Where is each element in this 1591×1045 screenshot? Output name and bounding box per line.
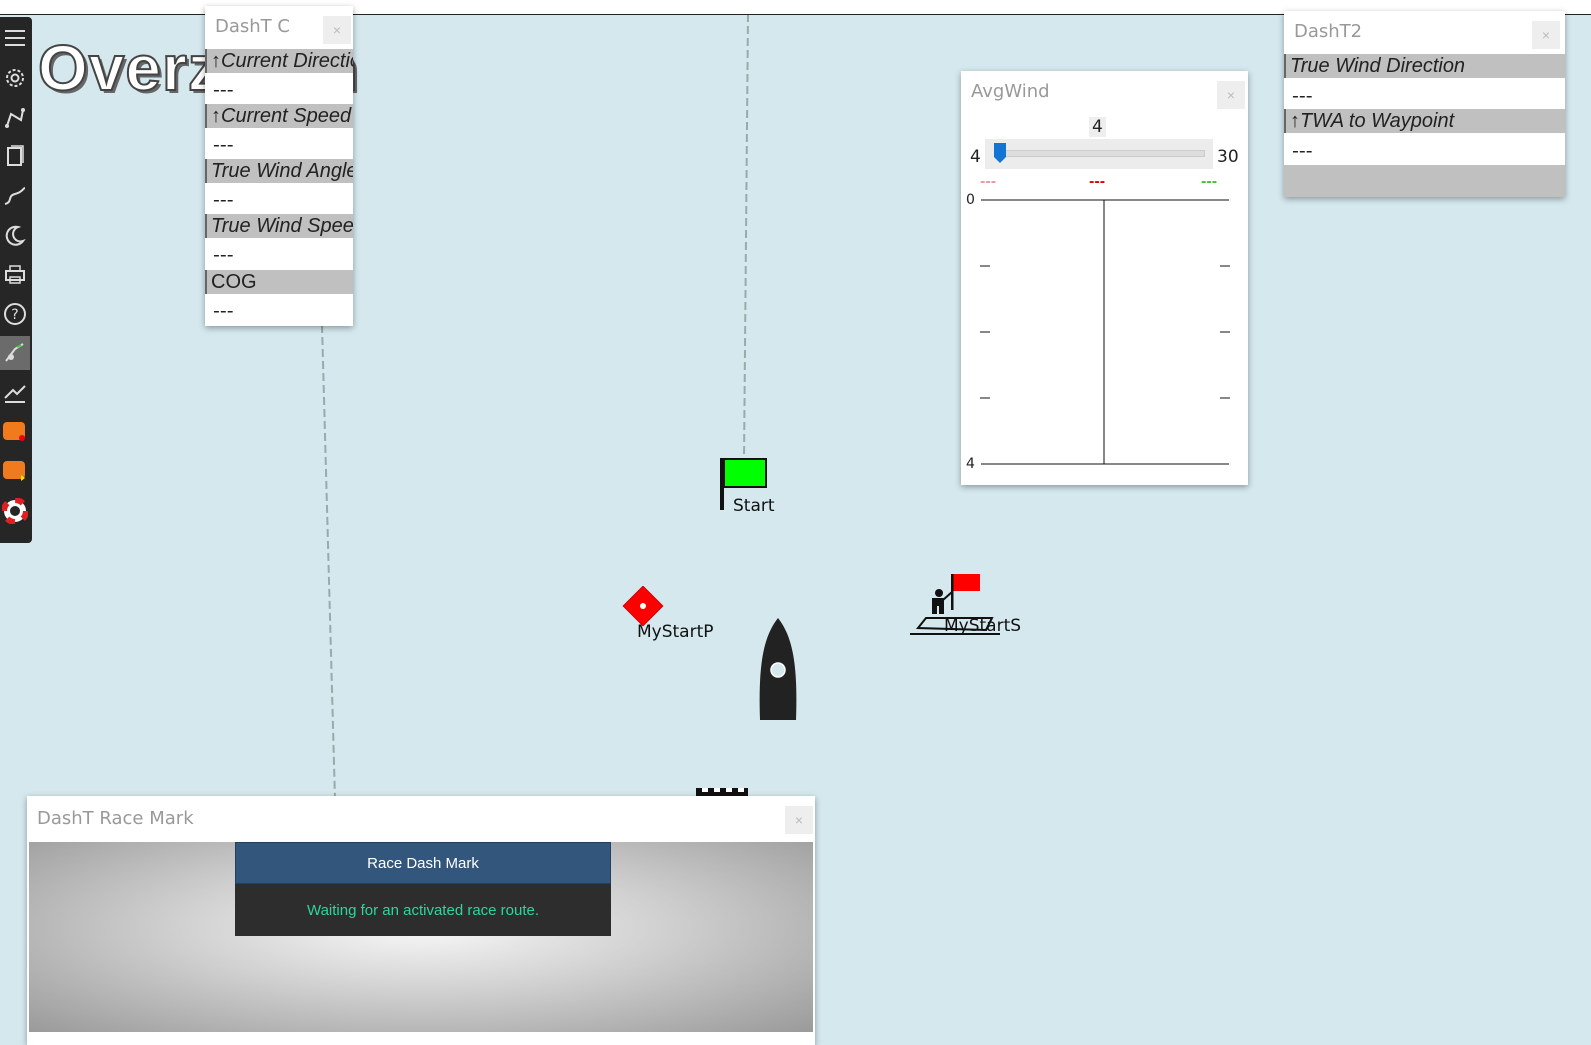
- true-wind-direction-label: True Wind Direction: [1284, 54, 1565, 78]
- slider-track: [997, 150, 1205, 157]
- true-wind-angle-value: ---: [213, 189, 234, 211]
- track-icon[interactable]: [0, 179, 30, 213]
- slider-min-label: 4: [970, 147, 981, 167]
- menu-icon[interactable]: [0, 21, 30, 55]
- race-mark-close-button[interactable]: ×: [785, 806, 813, 834]
- race-mark-title: DashT Race Mark: [37, 808, 194, 829]
- avgwind-close-button[interactable]: ×: [1217, 81, 1245, 109]
- route-icon[interactable]: [0, 101, 30, 135]
- true-wind-angle-label: True Wind Angle: [205, 159, 353, 183]
- dasht2-empty-row: [1284, 165, 1565, 197]
- twa-to-waypoint-value: ---: [1292, 140, 1313, 162]
- legend-min: ---: [980, 175, 997, 190]
- dasht-c-close-button[interactable]: ×: [323, 16, 351, 44]
- legend-max: ---: [1201, 175, 1218, 190]
- dasht-c-panel: DashT C × ↑Current Direction --- ↑Curren…: [205, 6, 353, 326]
- legend-avg: ---: [1089, 175, 1106, 190]
- slider-value-label: 4: [1089, 117, 1106, 137]
- avgwind-title: AvgWind: [971, 81, 1050, 102]
- dashboard-alt-icon[interactable]: [0, 453, 30, 487]
- race-mark-panel: DashT Race Mark × Race Dash Mark Waiting…: [27, 796, 815, 1045]
- chart-plugin-icon[interactable]: [0, 375, 30, 409]
- graph-y-top: 0: [966, 192, 975, 208]
- help-icon[interactable]: ?: [0, 297, 30, 331]
- lifebuoy-icon[interactable]: [0, 494, 30, 528]
- avgwind-graph: [980, 199, 1230, 465]
- own-ship-icon: [759, 618, 797, 720]
- graph-y-bottom: 4: [966, 456, 975, 472]
- dasht2-close-button[interactable]: ×: [1532, 21, 1560, 49]
- slider-thumb[interactable]: [993, 141, 1007, 165]
- race-mark-content: Race Dash Mark Waiting for an activated …: [29, 842, 813, 1032]
- slider-max-label: 30: [1217, 147, 1239, 167]
- main-toolbar: ?: [0, 17, 32, 543]
- print-icon[interactable]: [0, 257, 30, 291]
- settings-icon[interactable]: [0, 61, 30, 95]
- mystarts-label: MyStartS: [944, 616, 1022, 636]
- current-direction-label: ↑Current Direction: [205, 49, 353, 73]
- true-wind-speed-value: ---: [213, 244, 234, 266]
- night-mode-icon[interactable]: [0, 218, 30, 252]
- plugin-icon[interactable]: [0, 336, 30, 370]
- dasht2-title: DashT2: [1294, 21, 1363, 42]
- svg-text:?: ?: [11, 307, 18, 323]
- document-icon[interactable]: [0, 139, 30, 173]
- current-direction-value: ---: [213, 79, 234, 101]
- averaging-slider[interactable]: [985, 139, 1213, 169]
- dasht2-panel: DashT2 × True Wind Direction --- ↑TWA to…: [1284, 11, 1565, 197]
- race-dash-mark-header: Race Dash Mark: [235, 842, 611, 884]
- true-wind-speed-label: True Wind Speed: [205, 214, 353, 238]
- twa-to-waypoint-label: ↑TWA to Waypoint: [1284, 109, 1565, 133]
- cog-value: ---: [213, 300, 234, 322]
- mystartp-label: MyStartP: [637, 622, 714, 642]
- dasht-c-title: DashT C: [215, 16, 290, 37]
- race-status-message: Waiting for an activated race route.: [235, 884, 611, 936]
- route-line: [321, 324, 336, 801]
- true-wind-direction-value: ---: [1292, 85, 1313, 107]
- current-speed-value: ---: [213, 134, 234, 156]
- route-line: [743, 13, 749, 461]
- cog-label: COG: [205, 270, 353, 294]
- start-label: Start: [733, 496, 775, 516]
- dashboard-icon[interactable]: [0, 414, 30, 448]
- current-speed-label: ↑Current Speed: [205, 104, 353, 128]
- avgwind-panel: AvgWind × 4 4 30 --- --- --- 0 4: [961, 71, 1248, 485]
